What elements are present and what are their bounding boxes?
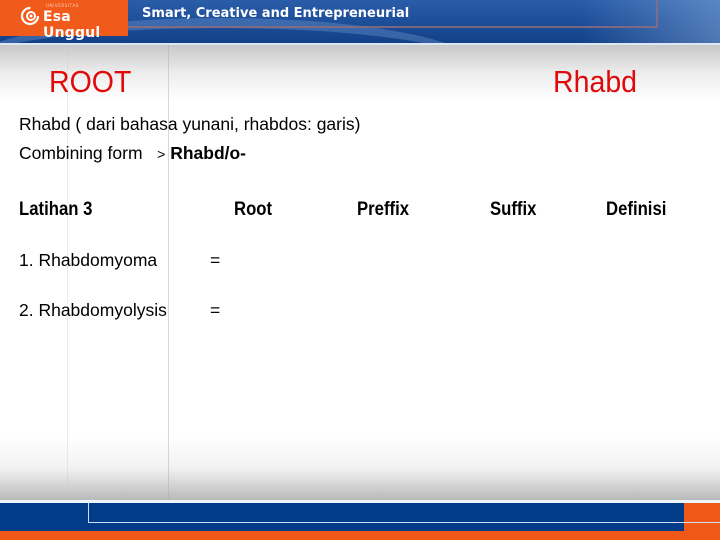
university-logo: UNIVERSITAS Esa Unggul: [0, 0, 128, 41]
equals-sign: =: [210, 250, 221, 270]
column-header-root: Root: [234, 199, 273, 220]
footer-banner: [0, 500, 720, 540]
logo-name: Esa Unggul: [43, 9, 101, 41]
exercise-term: 2. Rhabdomyolysis: [19, 300, 167, 320]
arrow-glyph: >: [157, 146, 166, 162]
logo-superscript: UNIVERSITAS: [46, 3, 79, 8]
esa-unggul-swirl-logo-icon: [20, 6, 40, 26]
column-header-prefix: Preffix: [357, 199, 410, 220]
combining-form-label: Combining form: [19, 143, 143, 163]
header-tagline: Smart, Creative and Entrepreneurial: [142, 6, 410, 21]
slide-title-left: ROOT: [49, 64, 132, 99]
combining-form-line: Combining form > Rhabd/o-: [19, 143, 246, 164]
equals-sign: =: [210, 300, 221, 320]
footer-blue-band: [0, 503, 684, 531]
footer-frame-decoration: [88, 503, 89, 523]
exercise-term: 1. Rhabdomyoma: [19, 250, 158, 270]
column-header-suffix: Suffix: [490, 199, 537, 220]
column-header-definition: Definisi: [606, 199, 667, 220]
definition-line: Rhabd ( dari bahasa yunani, rhabdos: gar…: [19, 114, 361, 134]
column-header-exercise: Latihan 3: [19, 199, 93, 220]
header-banner: UNIVERSITAS Esa Unggul Smart, Creative a…: [0, 0, 720, 45]
slide-title-right: Rhabd: [553, 64, 638, 99]
footer-frame-decoration: [88, 522, 720, 523]
combining-form-value: Rhabd/o-: [170, 143, 247, 163]
